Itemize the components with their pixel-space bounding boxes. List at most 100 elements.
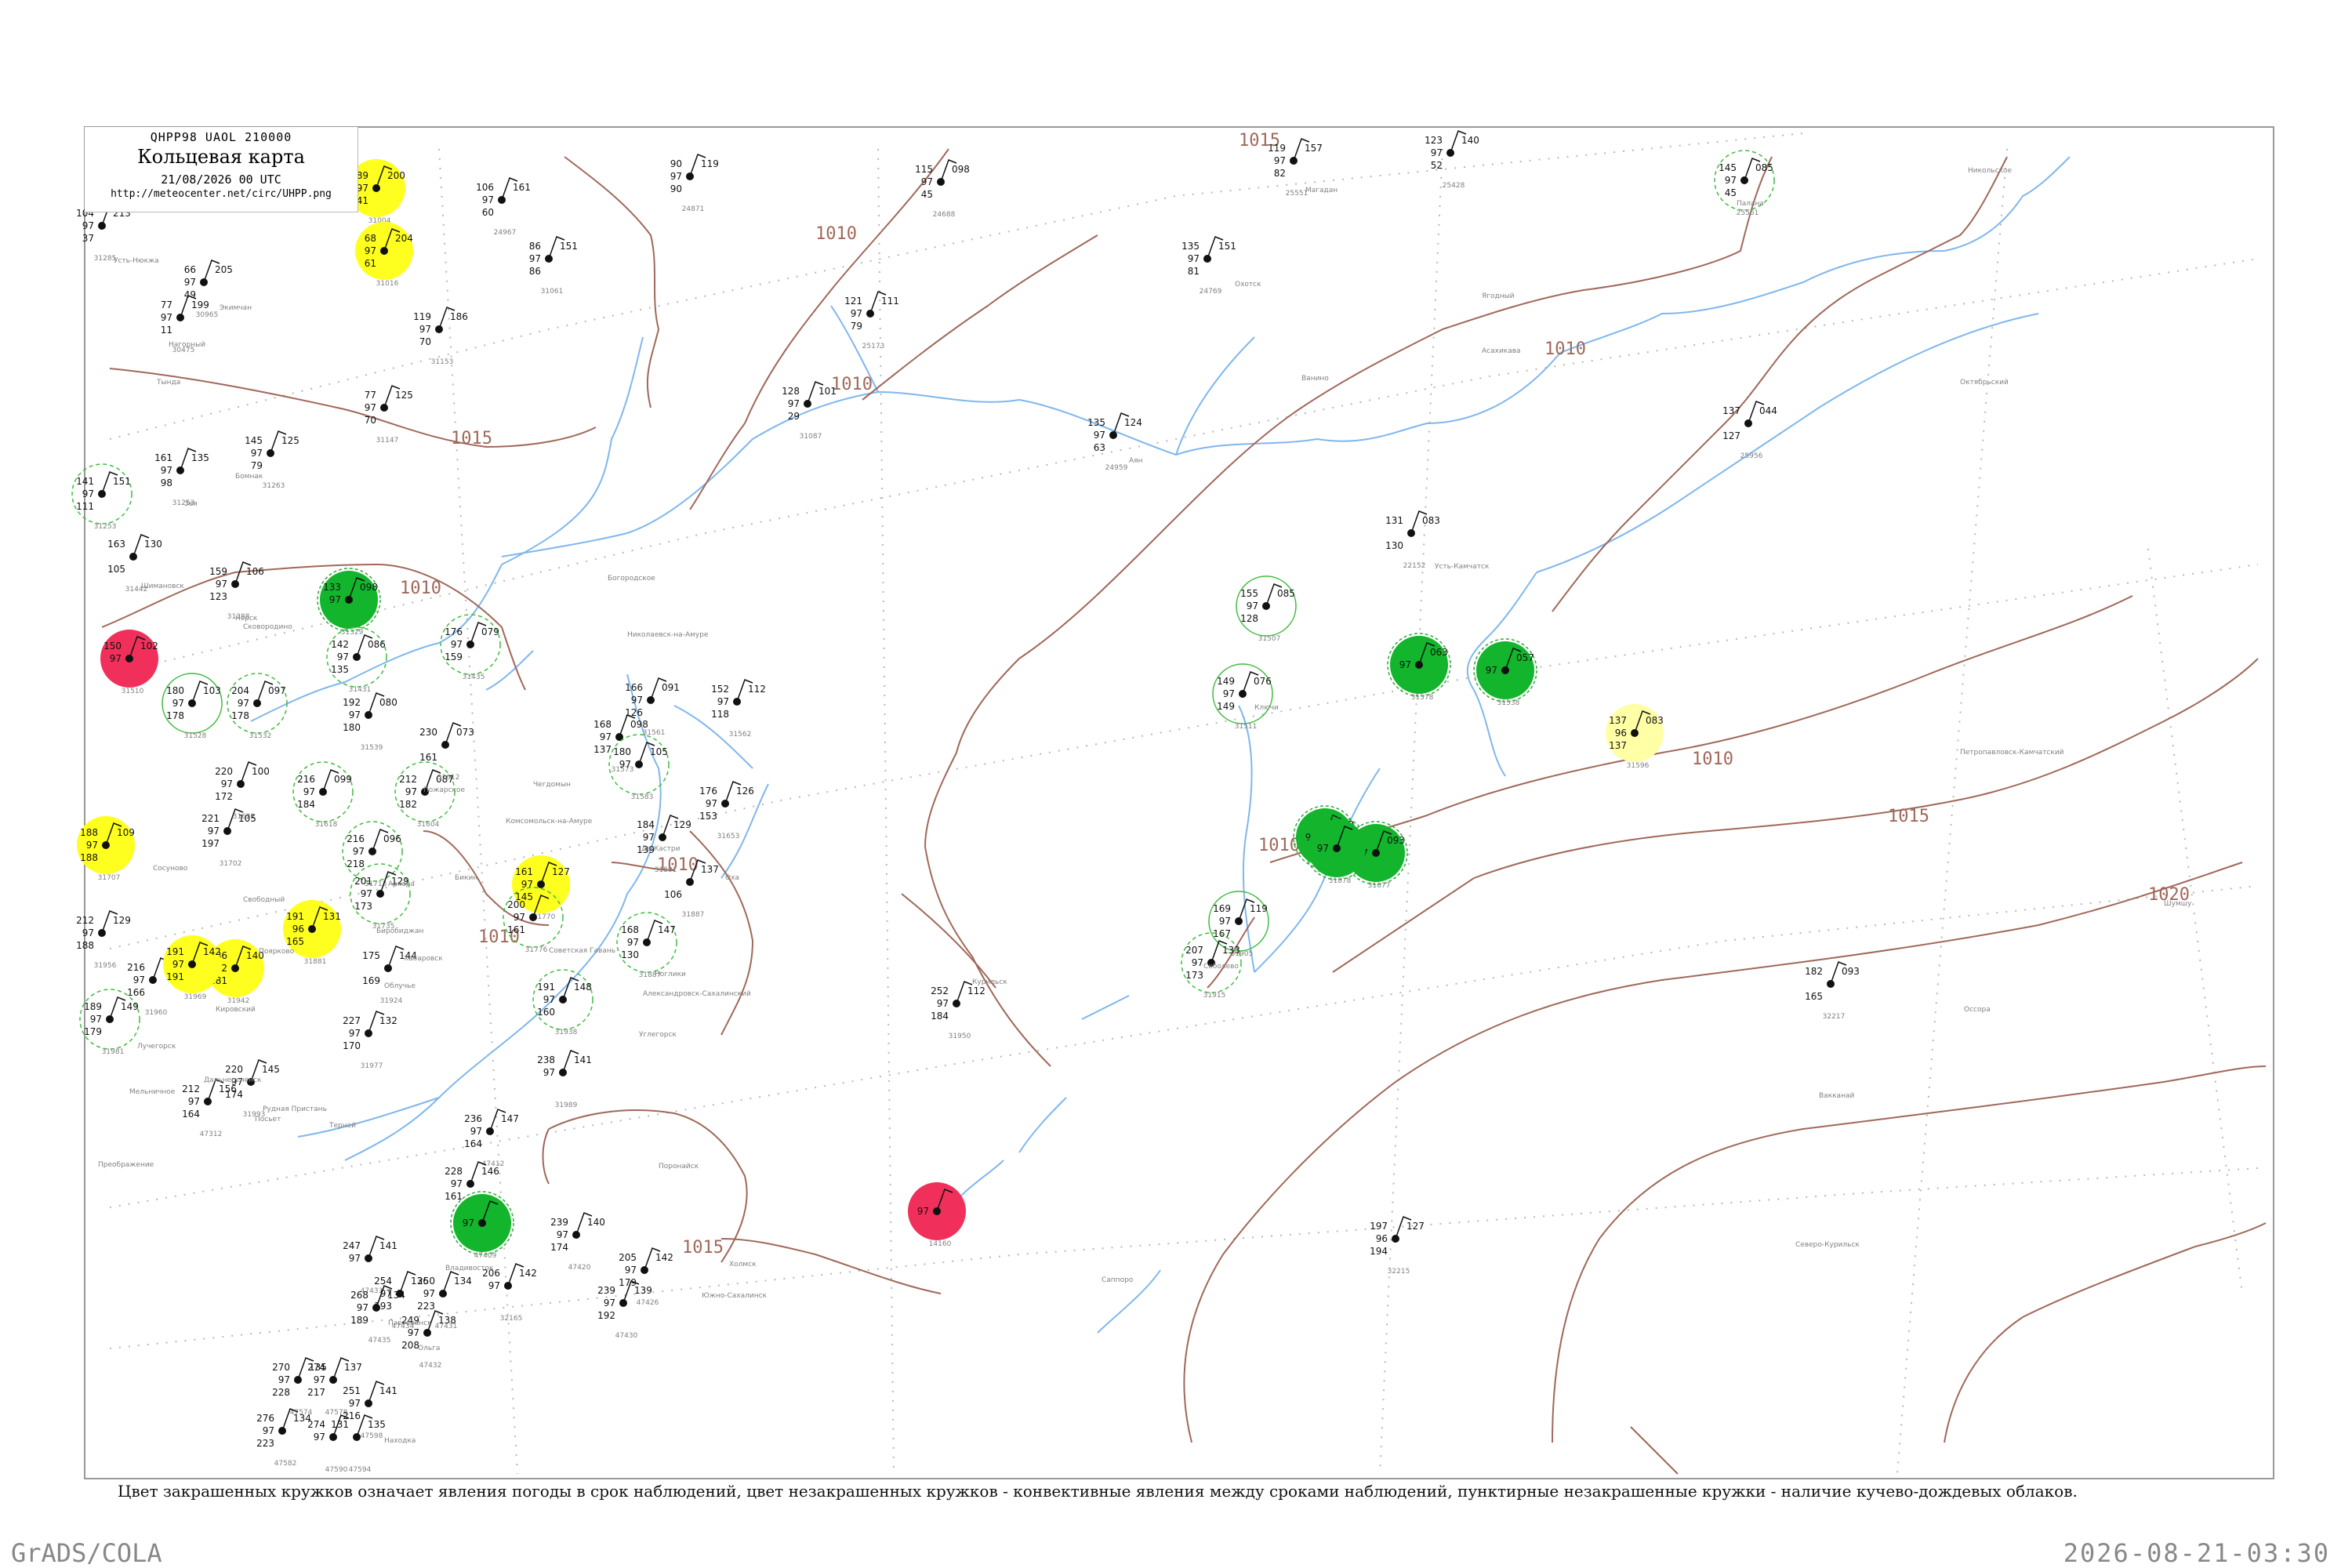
place-name: Советская Гавань [549,947,615,955]
station-dewpoint: 137 [1609,740,1627,751]
station-pt: 97 [514,912,525,923]
station-index: 31561 [643,729,666,737]
station-dewpoint: 37 [82,233,94,244]
station-pressure: 125 [281,435,299,446]
station-temperature: 274 [307,1419,325,1430]
station-index: 31596 [1627,762,1650,770]
station-dewpoint: 178 [166,710,184,721]
station-pt: 97 [921,176,933,187]
station-pt: 97 [482,194,494,205]
place-name: Свободный [243,896,285,904]
station-pt: 97 [110,653,122,664]
place-name: Поронайск [659,1163,699,1171]
station-pt: 97 [451,1178,463,1189]
station-temperature: 191 [166,946,184,957]
station-pressure: 141 [379,1240,397,1251]
station-dewpoint: 166 [127,987,145,998]
station-temperature: 89 [357,170,368,181]
station-temperature: 182 [1805,966,1823,977]
station-dewpoint: 137 [593,744,612,755]
station-dewpoint: 208 [401,1340,419,1351]
station-dewpoint: 184 [297,799,315,810]
station-pt: 97 [349,1398,361,1409]
station-index: 47582 [274,1460,297,1468]
station-pressure: 112 [748,684,766,695]
place-name: Вакканай [1819,1092,1854,1100]
station-dewpoint: 180 [343,722,361,733]
station-temperature: 77 [365,390,376,401]
station-temperature: 216 [127,962,145,973]
station-index: 31016 [376,280,399,288]
place-name: Архара [388,880,415,888]
station-temperature: 192 [343,697,361,708]
station-dewpoint: 130 [621,949,639,960]
station-dewpoint: 98 [161,477,172,488]
place-name: Магадан [1305,187,1338,194]
station-dewpoint: 194 [1370,1246,1388,1257]
station-temperature: 212 [76,915,94,926]
station-pt: 97 [357,183,368,194]
station-pressure: 151 [113,476,131,487]
station-dewpoint: 118 [711,709,729,720]
station-index: 31583 [631,793,654,801]
header-url[interactable]: http://meteocenter.net/circ/UHPP.png [85,188,358,200]
station-pressure: 098 [952,164,970,175]
station-index: 31431 [349,686,372,694]
station-dewpoint: 223 [256,1438,274,1449]
station-pt: 97 [133,975,145,985]
station-pt: 97 [208,826,220,837]
station-temperature: 254 [374,1276,392,1287]
header-datetime: 21/08/2026 00 UTC [161,172,281,187]
station-pt: 97 [349,1028,361,1039]
station-pt: 96 [1376,1233,1388,1244]
station-pressure: 140 [1461,135,1479,146]
station-pt: 97 [717,696,729,707]
station-dewpoint: 184 [931,1011,949,1022]
station-index: 47409 [474,1252,497,1260]
place-name: Посьет [255,1116,281,1123]
station-temperature: 268 [350,1290,368,1301]
station-index: 25956 [1740,452,1763,460]
station-pt: 97 [543,994,555,1005]
station-dewpoint: 90 [670,183,682,194]
synoptic-map: 1010 1010 1015 1010 1010 1010 1010 1015 … [71,126,2274,1479]
station-temperature: 119 [413,311,431,322]
station-pressure: 200 [387,170,405,181]
station-temperature: 137 [1722,405,1740,416]
station-pressure: 147 [501,1113,519,1124]
station-pt: 97 [917,1206,929,1217]
station-pressure: 157 [1305,143,1323,154]
station-pt: 97 [349,710,361,720]
station-index: 24959 [1105,464,1128,472]
station-pressure: 127 [1406,1221,1425,1232]
station-pressure: 057 [1516,652,1534,663]
station-dewpoint: 189 [350,1315,368,1326]
station-temperature: 270 [272,1362,290,1373]
place-name: Аян [1129,457,1143,465]
station-index: 31061 [541,288,564,296]
station-pt: 97 [1219,916,1231,927]
station-pressure: 148 [574,982,592,993]
header-code: QHPP98 UAOL 210000 [150,130,292,144]
station-pt: 97 [463,1218,474,1229]
station-temperature: 161 [515,866,533,877]
place-name: Преображение [98,1161,154,1169]
station-pt: 97 [303,786,315,797]
place-name: Ольга [418,1345,440,1352]
station-pressure: 129 [673,819,691,830]
station-index: 31263 [263,482,285,490]
station-temperature: 228 [445,1166,463,1177]
station-index: 31942 [227,997,250,1005]
station-index: 31977 [361,1062,383,1070]
station-pressure: 134 [387,1290,405,1301]
place-name: Терней [328,1122,356,1130]
station-pressure: 134 [454,1276,472,1287]
station-pt: 97 [172,959,184,970]
station-index: 47420 [568,1264,591,1272]
station-pt: 97 [238,698,249,709]
station-dewpoint: 81 [1188,266,1200,277]
station-temperature: 247 [343,1240,361,1251]
place-name: Де-Кастри [641,845,681,853]
station-pressure: 205 [215,264,233,275]
place-name: Петропавловск-Камчатский [1960,749,2064,757]
